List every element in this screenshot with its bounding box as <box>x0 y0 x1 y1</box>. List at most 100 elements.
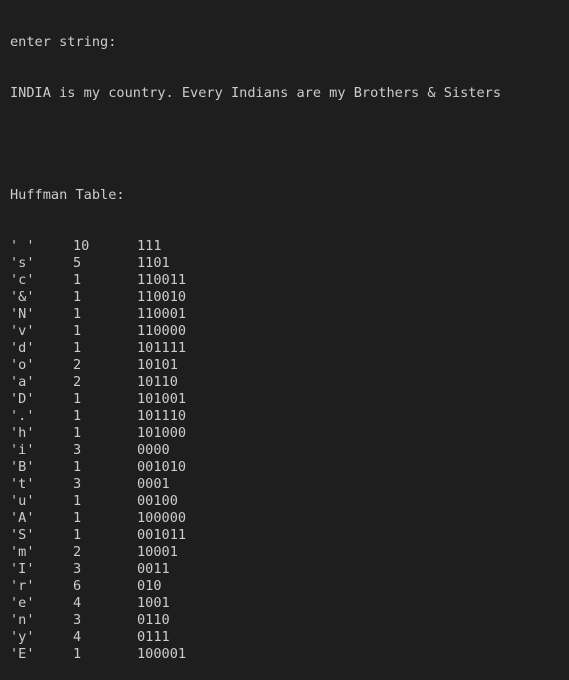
table-row: 't' 3 0001 <box>10 476 569 493</box>
char-cell: 'i' <box>10 442 35 458</box>
code-cell: 100001 <box>137 646 187 662</box>
code-cell: 0000 <box>137 442 170 458</box>
table-row: 'r' 6 010 <box>10 578 569 595</box>
freq-cell: 2 <box>73 374 82 390</box>
freq-cell: 1 <box>73 272 82 288</box>
char-cell: '&' <box>10 289 35 305</box>
freq-cell: 1 <box>73 340 82 356</box>
huffman-table: ' ' 10 111's' 5 1101'c' 1 110011 '&' 1 110010 'N' 1… <box>10 238 569 663</box>
code-cell: 00100 <box>137 493 178 509</box>
table-row: 'u' 1 00100 <box>10 493 569 510</box>
table-row: 'A' 1 100000 <box>10 510 569 527</box>
code-cell: 010 <box>137 578 162 594</box>
char-cell: 'm' <box>10 544 35 560</box>
table-row: 'h' 1 101000 <box>10 425 569 442</box>
char-cell: 'E' <box>10 646 35 662</box>
char-cell: 'd' <box>10 340 35 356</box>
table-row: 'm' 2 10001 <box>10 544 569 561</box>
char-cell: 'I' <box>10 561 35 577</box>
char-cell: 'S' <box>10 527 35 543</box>
code-cell: 101110 <box>137 408 187 424</box>
freq-cell: 1 <box>73 646 82 662</box>
table-row: 's' 5 1101 <box>10 255 569 272</box>
prompt-line: enter string: <box>10 34 117 50</box>
code-cell: 110001 <box>137 306 187 322</box>
table-row: 'i' 3 0000 <box>10 442 569 459</box>
char-cell: 'u' <box>10 493 35 509</box>
char-cell: ' ' <box>10 238 35 254</box>
freq-cell: 1 <box>73 306 82 322</box>
code-cell: 0011 <box>137 561 170 577</box>
char-cell: 'v' <box>10 323 35 339</box>
code-cell: 101111 <box>137 340 187 356</box>
code-cell: 101001 <box>137 391 187 407</box>
table-row: 'y' 4 0111 <box>10 629 569 646</box>
freq-cell: 1 <box>73 323 82 339</box>
char-cell: 'B' <box>10 459 35 475</box>
freq-cell: 1 <box>73 493 82 509</box>
char-cell: 'r' <box>10 578 35 594</box>
code-cell: 1101 <box>137 255 170 271</box>
table-row: 'a' 2 10110 <box>10 374 569 391</box>
table-row: 'D' 1 101001 <box>10 391 569 408</box>
char-cell: 't' <box>10 476 35 492</box>
code-cell: 0111 <box>137 629 170 645</box>
table-row: 'o' 2 10101 <box>10 357 569 374</box>
table-row: 'd' 1 101111 <box>10 340 569 357</box>
freq-cell: 1 <box>73 408 82 424</box>
freq-cell: 4 <box>73 629 82 645</box>
char-cell: 'a' <box>10 374 35 390</box>
freq-cell: 1 <box>73 510 82 526</box>
char-cell: 'A' <box>10 510 35 526</box>
freq-cell: 3 <box>73 476 82 492</box>
terminal-output[interactable]: enter string: INDIA is my country. Every… <box>0 0 569 662</box>
code-cell: 110000 <box>137 323 187 339</box>
table-row: 'n' 3 0110 <box>10 612 569 629</box>
code-cell: 1001 <box>137 595 170 611</box>
freq-cell: 3 <box>73 561 82 577</box>
table-row: '.' 1 101110 <box>10 408 569 425</box>
code-cell: 001010 <box>137 459 187 475</box>
table-row: 'e' 4 1001 <box>10 595 569 612</box>
code-cell: 110010 <box>137 289 187 305</box>
char-cell: 'y' <box>10 629 35 645</box>
table-row: 'v' 1 110000 <box>10 323 569 340</box>
char-cell: 'N' <box>10 306 35 322</box>
table-row: 'E' 1 100001 <box>10 646 569 663</box>
freq-cell: 3 <box>73 612 82 628</box>
code-cell: 0110 <box>137 612 170 628</box>
code-cell: 10001 <box>137 544 178 560</box>
char-cell: 's' <box>10 255 35 271</box>
code-cell: 10110 <box>137 374 178 390</box>
table-row: 'N' 1 110001 <box>10 306 569 323</box>
char-cell: 'e' <box>10 595 35 611</box>
table-row: '&' 1 110010 <box>10 289 569 306</box>
char-cell: 'o' <box>10 357 35 373</box>
input-line: INDIA is my country. Every Indians are m… <box>10 85 502 101</box>
freq-cell: 1 <box>73 527 82 543</box>
code-cell: 100000 <box>137 510 187 526</box>
freq-cell: 3 <box>73 442 82 458</box>
code-cell: 0001 <box>137 476 170 492</box>
code-cell: 111 <box>137 238 162 254</box>
code-cell: 110011 <box>137 272 187 288</box>
table-row: 'S' 1 001011 <box>10 527 569 544</box>
freq-cell: 10 <box>73 238 90 254</box>
char-cell: 'n' <box>10 612 35 628</box>
char-cell: 'D' <box>10 391 35 407</box>
table-row: ' ' 10 111 <box>10 238 569 255</box>
table-row: 'B' 1 001010 <box>10 459 569 476</box>
char-cell: 'c' <box>10 272 35 288</box>
freq-cell: 1 <box>73 391 82 407</box>
freq-cell: 1 <box>73 425 82 441</box>
table-row: 'I' 3 0011 <box>10 561 569 578</box>
freq-cell: 1 <box>73 289 82 305</box>
code-cell: 101000 <box>137 425 187 441</box>
char-cell: '.' <box>10 408 35 424</box>
freq-cell: 2 <box>73 544 82 560</box>
freq-cell: 5 <box>73 255 82 271</box>
char-cell: 'h' <box>10 425 35 441</box>
table-title: Huffman Table: <box>10 187 125 203</box>
freq-cell: 1 <box>73 459 82 475</box>
